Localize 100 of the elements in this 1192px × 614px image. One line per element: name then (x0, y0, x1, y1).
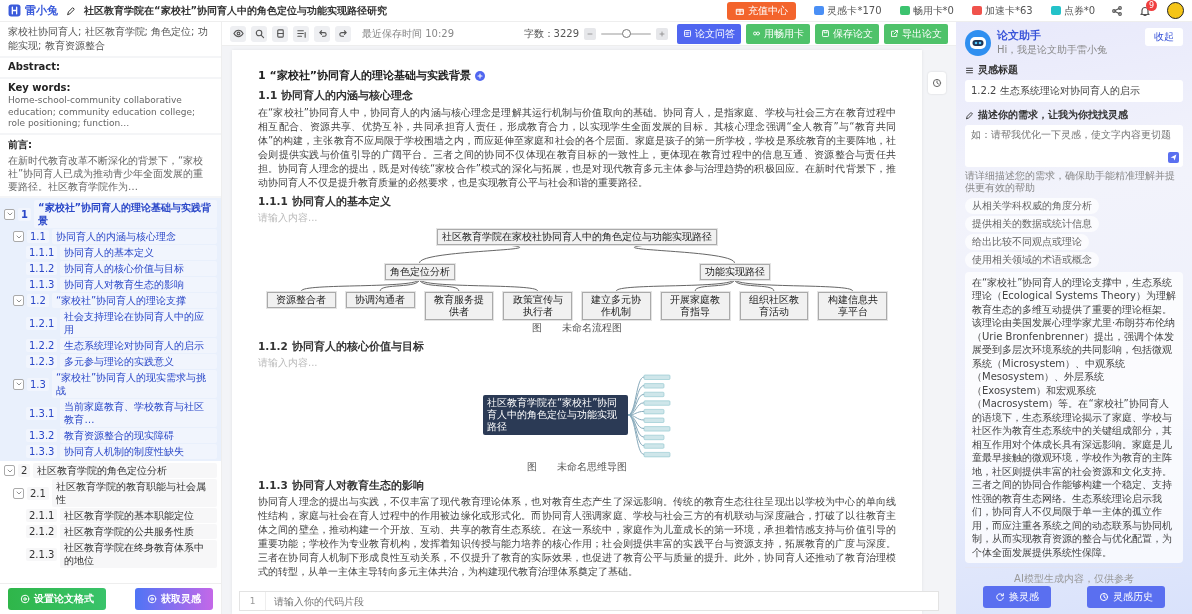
toolbar-button[interactable] (230, 25, 246, 42)
diagram-node: 建立多元协作机制 (582, 292, 651, 320)
section-label: Abstract: (8, 61, 62, 72)
search-icon (253, 28, 265, 39)
toggle-button[interactable] (13, 231, 24, 243)
outline-item[interactable]: 社区教育学院的基本职能定位 (60, 508, 217, 524)
diagram-node: 构建信息共享平台 (818, 292, 887, 320)
diagram-node: 资源整合者 (267, 292, 336, 308)
inspire-button[interactable]: 获取灵感 (135, 588, 213, 610)
diagram-node: 教育服务提供者 (424, 292, 494, 320)
suggestion-chip[interactable]: 从相关学科权威的角度分析 (965, 197, 1099, 214)
card-counter[interactable]: 点券*0 (1063, 3, 1095, 18)
toolbar-button[interactable] (335, 25, 351, 42)
zoom-in-button[interactable] (656, 27, 668, 40)
suggestion-chip[interactable]: 使用相关领域的术语或概念 (965, 251, 1099, 268)
outline-number: 2.1.1 (26, 509, 58, 523)
toolbar-button[interactable] (293, 25, 309, 42)
history-button[interactable] (928, 72, 946, 94)
diagram-node: 开展家庭教育指导 (660, 292, 730, 320)
outline-item[interactable]: 教育资源整合的现实障碍 (60, 428, 217, 444)
outline-number: 1.1.3 (26, 278, 58, 292)
outline-number: 1.3.3 (26, 445, 58, 459)
qa-button[interactable]: 论文问答 (677, 23, 741, 44)
pen-icon (965, 110, 974, 120)
outline-item[interactable]: 社区教育学院的公共服务性质 (60, 524, 217, 540)
suggestion-chip[interactable]: 提供相关的数据或统计信息 (965, 215, 1099, 232)
zoom-slider[interactable] (601, 32, 651, 35)
outline-number: 2.1 (27, 486, 49, 500)
outline-number: 1.2.3 (26, 355, 58, 369)
outline-item[interactable]: 协同育人的基本定义 (60, 245, 217, 261)
card-counter[interactable]: 畅用卡*0 (912, 3, 954, 18)
robot-avatar-icon (965, 29, 991, 56)
slider-thumb[interactable] (622, 28, 631, 38)
list-icon (965, 65, 974, 75)
send-icon[interactable] (1168, 151, 1179, 163)
edit-icon (66, 5, 76, 16)
outline-item[interactable]: 社区教育学院的教育职能与社会属性 (51, 479, 217, 508)
document-title: 社区教育学院在“家校社”协同育人中的角色定位与功能实现路径研究 (84, 3, 388, 18)
outline-number: 1.2 (27, 294, 49, 308)
figure-caption: 图 未命名思维导图 (526, 460, 628, 474)
outline-item[interactable]: 协同育人机制的制度性缺失 (60, 444, 217, 460)
section-label: 前言: (8, 138, 33, 153)
toolbar-button[interactable] (251, 25, 267, 42)
card-counter[interactable]: 加速卡*63 (984, 3, 1033, 18)
outline-item[interactable]: “家校社”协同育人的理论支撑 (51, 293, 217, 309)
topic-field[interactable]: 1.2.2 生态系统理论对协同育人的启示 (965, 80, 1183, 102)
toggle-button[interactable] (4, 465, 15, 477)
document-icon (683, 29, 692, 38)
outline-item[interactable]: 社会支持理论在协同育人中的应用 (60, 309, 217, 338)
suggestion-chip[interactable]: 给出比较不同观点或理论 (965, 233, 1089, 250)
diagram-node: 社区教育学院在家校社协同育人中的角色定位与功能实现路径 (437, 229, 717, 245)
toggle-button[interactable] (13, 487, 24, 499)
list-icon (295, 28, 307, 39)
diagram-node: 政策宣传与执行者 (503, 292, 572, 320)
toggle-button[interactable] (4, 208, 15, 220)
outline-item[interactable]: 社区教育学院的角色定位分析 (33, 463, 217, 479)
outline-item[interactable]: 协同育人对教育生态的影响 (60, 277, 217, 293)
paragraph: 协同育人理念的提出与实践，不仅丰富了现代教育理论体系，也对教育生态产生了深远影响。传统的教育生态往往呈现出以学校为中心的单向线性结构，家庭与社会在育人过程中的作用被边缘化或形式化。而协同育人强调家庭、学校与社会三方的有机联动与深度融合，打破了以往教育主体之间的壁垒，推动构建一个开放、互动、共享的教育生态系统。在这一系统中，家庭作为儿童成长的第一环境，承担着情感支持与价值引导的重要功能；学校作为专业教育机构，发挥着知识传授与能力培养的核心作用；社会则提供丰富的实践平台与资源支持，拓展教育的广度与深度。三者在协同育人机制下形成良性互动关系，不仅提升了教育的实际效果，也促进了教育公平与质量的提升。此外，协同育人还推动了教育治理模式的转型，从单一主体主导转向多元主体共治，为构建现代教育治理体系奠定了基础。 (258, 495, 896, 579)
section-heading: 1.1.2 协同育人的核心价值与目标 (258, 340, 425, 354)
outline-number: 1.1 (27, 230, 49, 244)
toolbar-button[interactable] (314, 25, 330, 42)
outline-number: 1.2.2 (26, 339, 58, 353)
outline-item[interactable]: 协同育人的内涵与核心理念 (51, 229, 217, 245)
outline-item[interactable]: 协同育人的核心价值与目标 (60, 261, 217, 277)
code-input-field[interactable]: 请输入你的代码片段 (266, 595, 938, 607)
outline-item[interactable]: “家校社”协同育人的理论基础与实践背景 (33, 200, 217, 229)
save-icon (821, 29, 830, 38)
keywords-text: Home-school-community collaborative education; community education college; role positioning; function… (8, 95, 196, 131)
outline-number: 1.3 (27, 377, 49, 391)
mind-map-root: 社区教育学院在“家校社”协同育人中的角色定位与功能实现路径 (483, 395, 628, 435)
refresh-icon (995, 592, 1005, 602)
clock-icon (932, 78, 942, 88)
toolbar-button[interactable] (272, 25, 288, 42)
request-input[interactable]: 如：请帮我优化一下灵感，使文字内容更切题 (965, 125, 1183, 167)
outline-item[interactable]: 当前家庭教育、学校教育与社区教育… (60, 399, 217, 428)
history-button[interactable]: 灵感历史 (1087, 586, 1165, 608)
notification-badge: 9 (1145, 0, 1157, 11)
toggle-button[interactable] (13, 378, 24, 390)
outline-number: 2.1.2 (26, 525, 58, 539)
diagram-node: 功能实现路径 (699, 264, 770, 280)
outline-item[interactable]: 多元参与理论的实践意义 (60, 354, 217, 370)
toggle-button[interactable] (13, 295, 24, 307)
outline-number: 1.1.2 (26, 262, 58, 276)
refresh-button[interactable]: 换灵感 (983, 586, 1051, 608)
card-counter[interactable]: 灵感卡*170 (827, 3, 882, 18)
user-avatar[interactable] (1167, 2, 1184, 19)
outline-item[interactable]: 社区教育学院在终身教育体系中的地位 (60, 540, 217, 569)
outline-number: 2 (18, 464, 31, 478)
outline-number: 1.2.1 (26, 316, 58, 330)
bell-icon (1139, 4, 1151, 17)
diagram-node: 组织社区教育活动 (739, 292, 809, 320)
outline-item[interactable]: 生态系统理论对协同育人的启示 (60, 338, 217, 354)
outline-section[interactable] (0, 198, 221, 462)
section-heading: 1 “家校社”协同育人的理论基础与实践背景 (258, 68, 896, 83)
plus-icon (658, 29, 666, 38)
outline-item[interactable]: “家校社”协同育人的现实需求与挑战 (51, 370, 217, 399)
collapse-button[interactable]: 收起 (1145, 28, 1183, 46)
keywords-text: 家校社协同育人; 社区教育学院; 角色定位; 功能实现; 教育资源整合 (8, 25, 209, 53)
plus-icon (475, 71, 484, 80)
diagram-node: 角色定位分析 (384, 264, 455, 280)
